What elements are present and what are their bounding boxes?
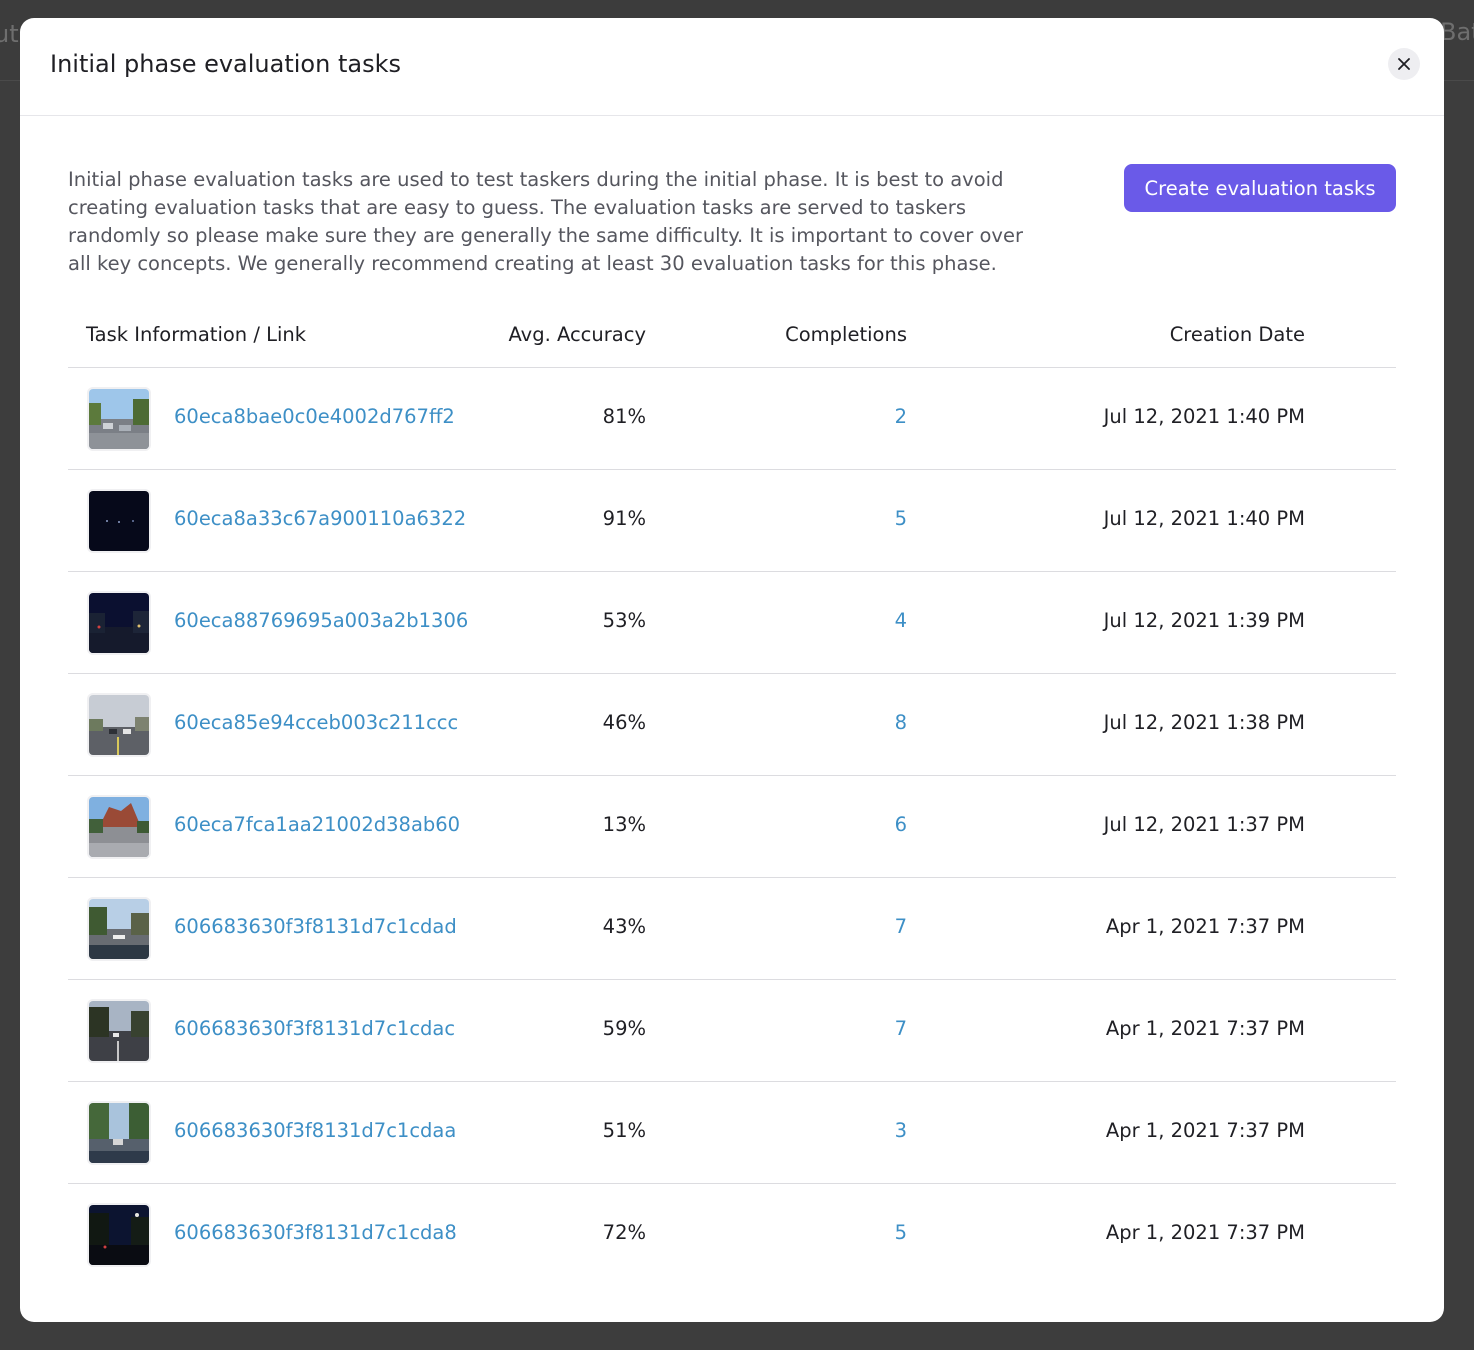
creation-date: Apr 1, 2021 7:37 PM <box>1105 915 1305 938</box>
accuracy-value: 13% <box>602 813 646 836</box>
creation-date: Jul 12, 2021 1:37 PM <box>1103 813 1305 836</box>
task-link[interactable]: 606683630f3f8131d7c1cdac <box>174 1017 455 1040</box>
table-row: 60eca85e94cceb003c211ccc 46% 8 Jul 12, 2021… <box>68 674 1396 776</box>
creation-date: Apr 1, 2021 7:37 PM <box>1105 1017 1305 1040</box>
table-row: 60eca88769695a003a2b1306 53% 4 Jul 12, 2021… <box>68 572 1396 674</box>
evaluation-tasks-table: Task Information / Link Avg. Accuracy Co… <box>68 310 1396 1285</box>
creation-date: Jul 12, 2021 1:40 PM <box>1103 405 1305 428</box>
accuracy-value: 72% <box>602 1221 646 1244</box>
table-row: 606683630f3f8131d7c1cda8 72% 5 Apr 1, 2021 … <box>68 1184 1396 1285</box>
column-header-date: Creation Date <box>1169 323 1305 346</box>
modal-description: Initial phase evaluation tasks are used … <box>68 168 1023 275</box>
close-button[interactable] <box>1388 48 1420 80</box>
modal-header: Initial phase evaluation tasks <box>20 18 1444 116</box>
accuracy-value: 51% <box>602 1119 646 1142</box>
table-row: 606683630f3f8131d7c1cdac 59% 7 Apr 1, 2021 … <box>68 980 1396 1082</box>
modal-title: Initial phase evaluation tasks <box>50 50 401 78</box>
task-thumbnail <box>87 387 151 451</box>
thumbnail-image <box>89 1103 149 1163</box>
creation-date: Jul 12, 2021 1:39 PM <box>1103 609 1305 632</box>
table-body: 60eca8bae0c0e4002d767ff2 81% 2 Jul 12, 2021… <box>68 368 1396 1285</box>
accuracy-value: 59% <box>602 1017 646 1040</box>
thumbnail-image <box>89 797 149 857</box>
task-link[interactable]: 606683630f3f8131d7c1cda8 <box>174 1221 457 1244</box>
table-row: 60eca8bae0c0e4002d767ff2 81% 2 Jul 12, 2021… <box>68 368 1396 470</box>
task-thumbnail <box>87 591 151 655</box>
task-link[interactable]: 606683630f3f8131d7c1cdad <box>174 915 457 938</box>
completions-link[interactable]: 8 <box>895 711 907 734</box>
table-row: 60eca7fca1aa21002d38ab60 13% 6 Jul 12, 2021… <box>68 776 1396 878</box>
completions-link[interactable]: 2 <box>895 405 907 428</box>
creation-date: Jul 12, 2021 1:40 PM <box>1103 507 1305 530</box>
creation-date: Jul 12, 2021 1:38 PM <box>1103 711 1305 734</box>
evaluation-tasks-modal: Initial phase evaluation tasks Initial p… <box>20 18 1444 1322</box>
thumbnail-image <box>89 1001 149 1061</box>
completions-link[interactable]: 3 <box>895 1119 907 1142</box>
task-thumbnail <box>87 489 151 553</box>
task-link[interactable]: 606683630f3f8131d7c1cdaa <box>174 1119 456 1142</box>
thumbnail-image <box>89 593 149 653</box>
task-thumbnail <box>87 1203 151 1267</box>
accuracy-value: 46% <box>602 711 646 734</box>
thumbnail-image <box>89 491 149 551</box>
task-thumbnail <box>87 693 151 757</box>
task-thumbnail <box>87 897 151 961</box>
accuracy-value: 81% <box>602 405 646 428</box>
task-thumbnail <box>87 1101 151 1165</box>
background-left-label: ut <box>0 20 19 48</box>
completions-link[interactable]: 7 <box>895 1017 907 1040</box>
task-link[interactable]: 60eca8a33c67a900110a6322 <box>174 507 466 530</box>
accuracy-value: 53% <box>602 609 646 632</box>
column-header-task: Task Information / Link <box>86 323 307 346</box>
thumbnail-image <box>89 899 149 959</box>
table-header: Task Information / Link Avg. Accuracy Co… <box>68 310 1396 368</box>
create-evaluation-tasks-button[interactable]: Create evaluation tasks <box>1124 164 1396 212</box>
task-link[interactable]: 60eca88769695a003a2b1306 <box>174 609 468 632</box>
table-row: 606683630f3f8131d7c1cdad 43% 7 Apr 1, 2021 … <box>68 878 1396 980</box>
completions-link[interactable]: 4 <box>895 609 907 632</box>
column-header-completions: Completions <box>785 323 907 346</box>
close-icon <box>1398 58 1410 70</box>
task-link[interactable]: 60eca7fca1aa21002d38ab60 <box>174 813 460 836</box>
task-link[interactable]: 60eca85e94cceb003c211ccc <box>174 711 458 734</box>
background-right-label: Bat <box>1440 18 1474 46</box>
accuracy-value: 91% <box>602 507 646 530</box>
table-row: 606683630f3f8131d7c1cdaa 51% 3 Apr 1, 2021 … <box>68 1082 1396 1184</box>
thumbnail-image <box>89 695 149 755</box>
creation-date: Apr 1, 2021 7:37 PM <box>1105 1221 1305 1244</box>
completions-link[interactable]: 5 <box>895 507 907 530</box>
completions-link[interactable]: 7 <box>895 915 907 938</box>
task-thumbnail <box>87 795 151 859</box>
completions-link[interactable]: 5 <box>895 1221 907 1244</box>
creation-date: Apr 1, 2021 7:37 PM <box>1105 1119 1305 1142</box>
column-header-accuracy: Avg. Accuracy <box>508 323 646 346</box>
task-thumbnail <box>87 999 151 1063</box>
thumbnail-image <box>89 389 149 449</box>
accuracy-value: 43% <box>602 915 646 938</box>
task-link[interactable]: 60eca8bae0c0e4002d767ff2 <box>174 405 455 428</box>
completions-link[interactable]: 6 <box>895 813 907 836</box>
thumbnail-image <box>89 1205 149 1265</box>
table-row: 60eca8a33c67a900110a6322 91% 5 Jul 12, 2021… <box>68 470 1396 572</box>
